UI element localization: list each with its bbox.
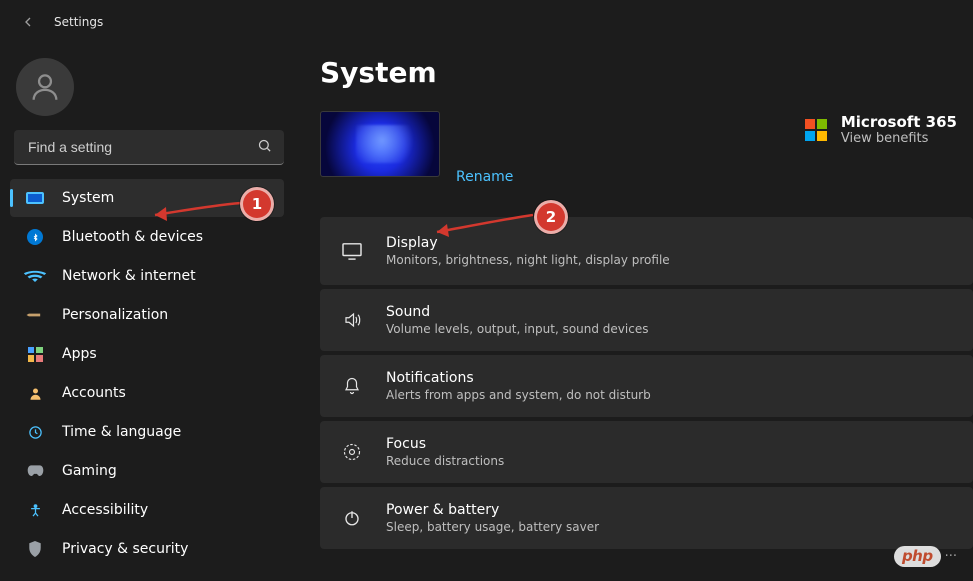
clock-icon: [26, 423, 44, 441]
settings-card-focus[interactable]: Focus Reduce distractions: [320, 421, 973, 483]
card-subtitle: Alerts from apps and system, do not dist…: [386, 388, 651, 402]
settings-card-notifications[interactable]: Notifications Alerts from apps and syste…: [320, 355, 973, 417]
page-title: System: [320, 56, 973, 89]
card-subtitle: Reduce distractions: [386, 454, 504, 468]
card-title: Power & battery: [386, 502, 599, 518]
device-thumbnail[interactable]: [320, 111, 440, 177]
bell-icon: [340, 374, 364, 398]
sidebar-item-label: Gaming: [62, 463, 117, 479]
accessibility-icon: [26, 501, 44, 519]
window-title: Settings: [54, 15, 103, 29]
annotation-badge-2: 2: [534, 200, 568, 234]
sidebar-item-time[interactable]: Time & language: [10, 413, 284, 451]
microsoft-365-promo[interactable]: Microsoft 365 View benefits: [805, 113, 957, 146]
search-field[interactable]: [26, 138, 257, 156]
ms365-subtitle: View benefits: [841, 131, 957, 146]
sidebar-item-network[interactable]: Network & internet: [10, 257, 284, 295]
card-title: Focus: [386, 436, 504, 452]
focus-icon: [340, 440, 364, 464]
rename-link[interactable]: Rename: [456, 169, 513, 185]
sidebar-item-label: Network & internet: [62, 268, 196, 284]
search-icon: [257, 138, 272, 157]
microsoft-logo-icon: [805, 119, 827, 141]
sidebar-item-label: Bluetooth & devices: [62, 229, 203, 245]
speaker-icon: [340, 308, 364, 332]
annotation-badge-1: 1: [240, 187, 274, 221]
display-icon: [26, 189, 44, 207]
back-icon[interactable]: [20, 14, 36, 30]
annotation-arrow-2: [425, 209, 545, 249]
sidebar-item-gaming[interactable]: Gaming: [10, 452, 284, 490]
card-title: Notifications: [386, 370, 651, 386]
bluetooth-icon: [26, 228, 44, 246]
sidebar-item-label: Personalization: [62, 307, 168, 323]
watermark: php···: [894, 546, 957, 567]
sidebar-item-label: Privacy & security: [62, 541, 188, 557]
gamepad-icon: [26, 462, 44, 480]
power-icon: [340, 506, 364, 530]
avatar[interactable]: [16, 58, 74, 116]
monitor-icon: [340, 239, 364, 263]
sidebar-item-label: Time & language: [62, 424, 181, 440]
card-subtitle: Sleep, battery usage, battery saver: [386, 520, 599, 534]
search-input[interactable]: [14, 130, 284, 165]
sidebar-item-privacy[interactable]: Privacy & security: [10, 530, 284, 568]
sidebar-item-label: Apps: [62, 346, 97, 362]
sidebar-item-label: Accessibility: [62, 502, 148, 518]
settings-card-power[interactable]: Power & battery Sleep, battery usage, ba…: [320, 487, 973, 549]
ms365-title: Microsoft 365: [841, 113, 957, 131]
sidebar-item-personalization[interactable]: Personalization: [10, 296, 284, 334]
sidebar-item-apps[interactable]: Apps: [10, 335, 284, 373]
apps-icon: [26, 345, 44, 363]
settings-card-sound[interactable]: Sound Volume levels, output, input, soun…: [320, 289, 973, 351]
card-title: Sound: [386, 304, 648, 320]
shield-icon: [26, 540, 44, 558]
sidebar-item-label: Accounts: [62, 385, 126, 401]
brush-icon: [22, 302, 47, 327]
sidebar-item-accessibility[interactable]: Accessibility: [10, 491, 284, 529]
settings-card-display[interactable]: Display Monitors, brightness, night ligh…: [320, 217, 973, 285]
person-icon: [26, 384, 44, 402]
card-subtitle: Volume levels, output, input, sound devi…: [386, 322, 648, 336]
annotation-arrow-1: [145, 195, 255, 225]
sidebar-item-label: System: [62, 190, 114, 206]
wifi-icon: [22, 267, 47, 285]
sidebar-item-accounts[interactable]: Accounts: [10, 374, 284, 412]
card-subtitle: Monitors, brightness, night light, displ…: [386, 253, 670, 267]
